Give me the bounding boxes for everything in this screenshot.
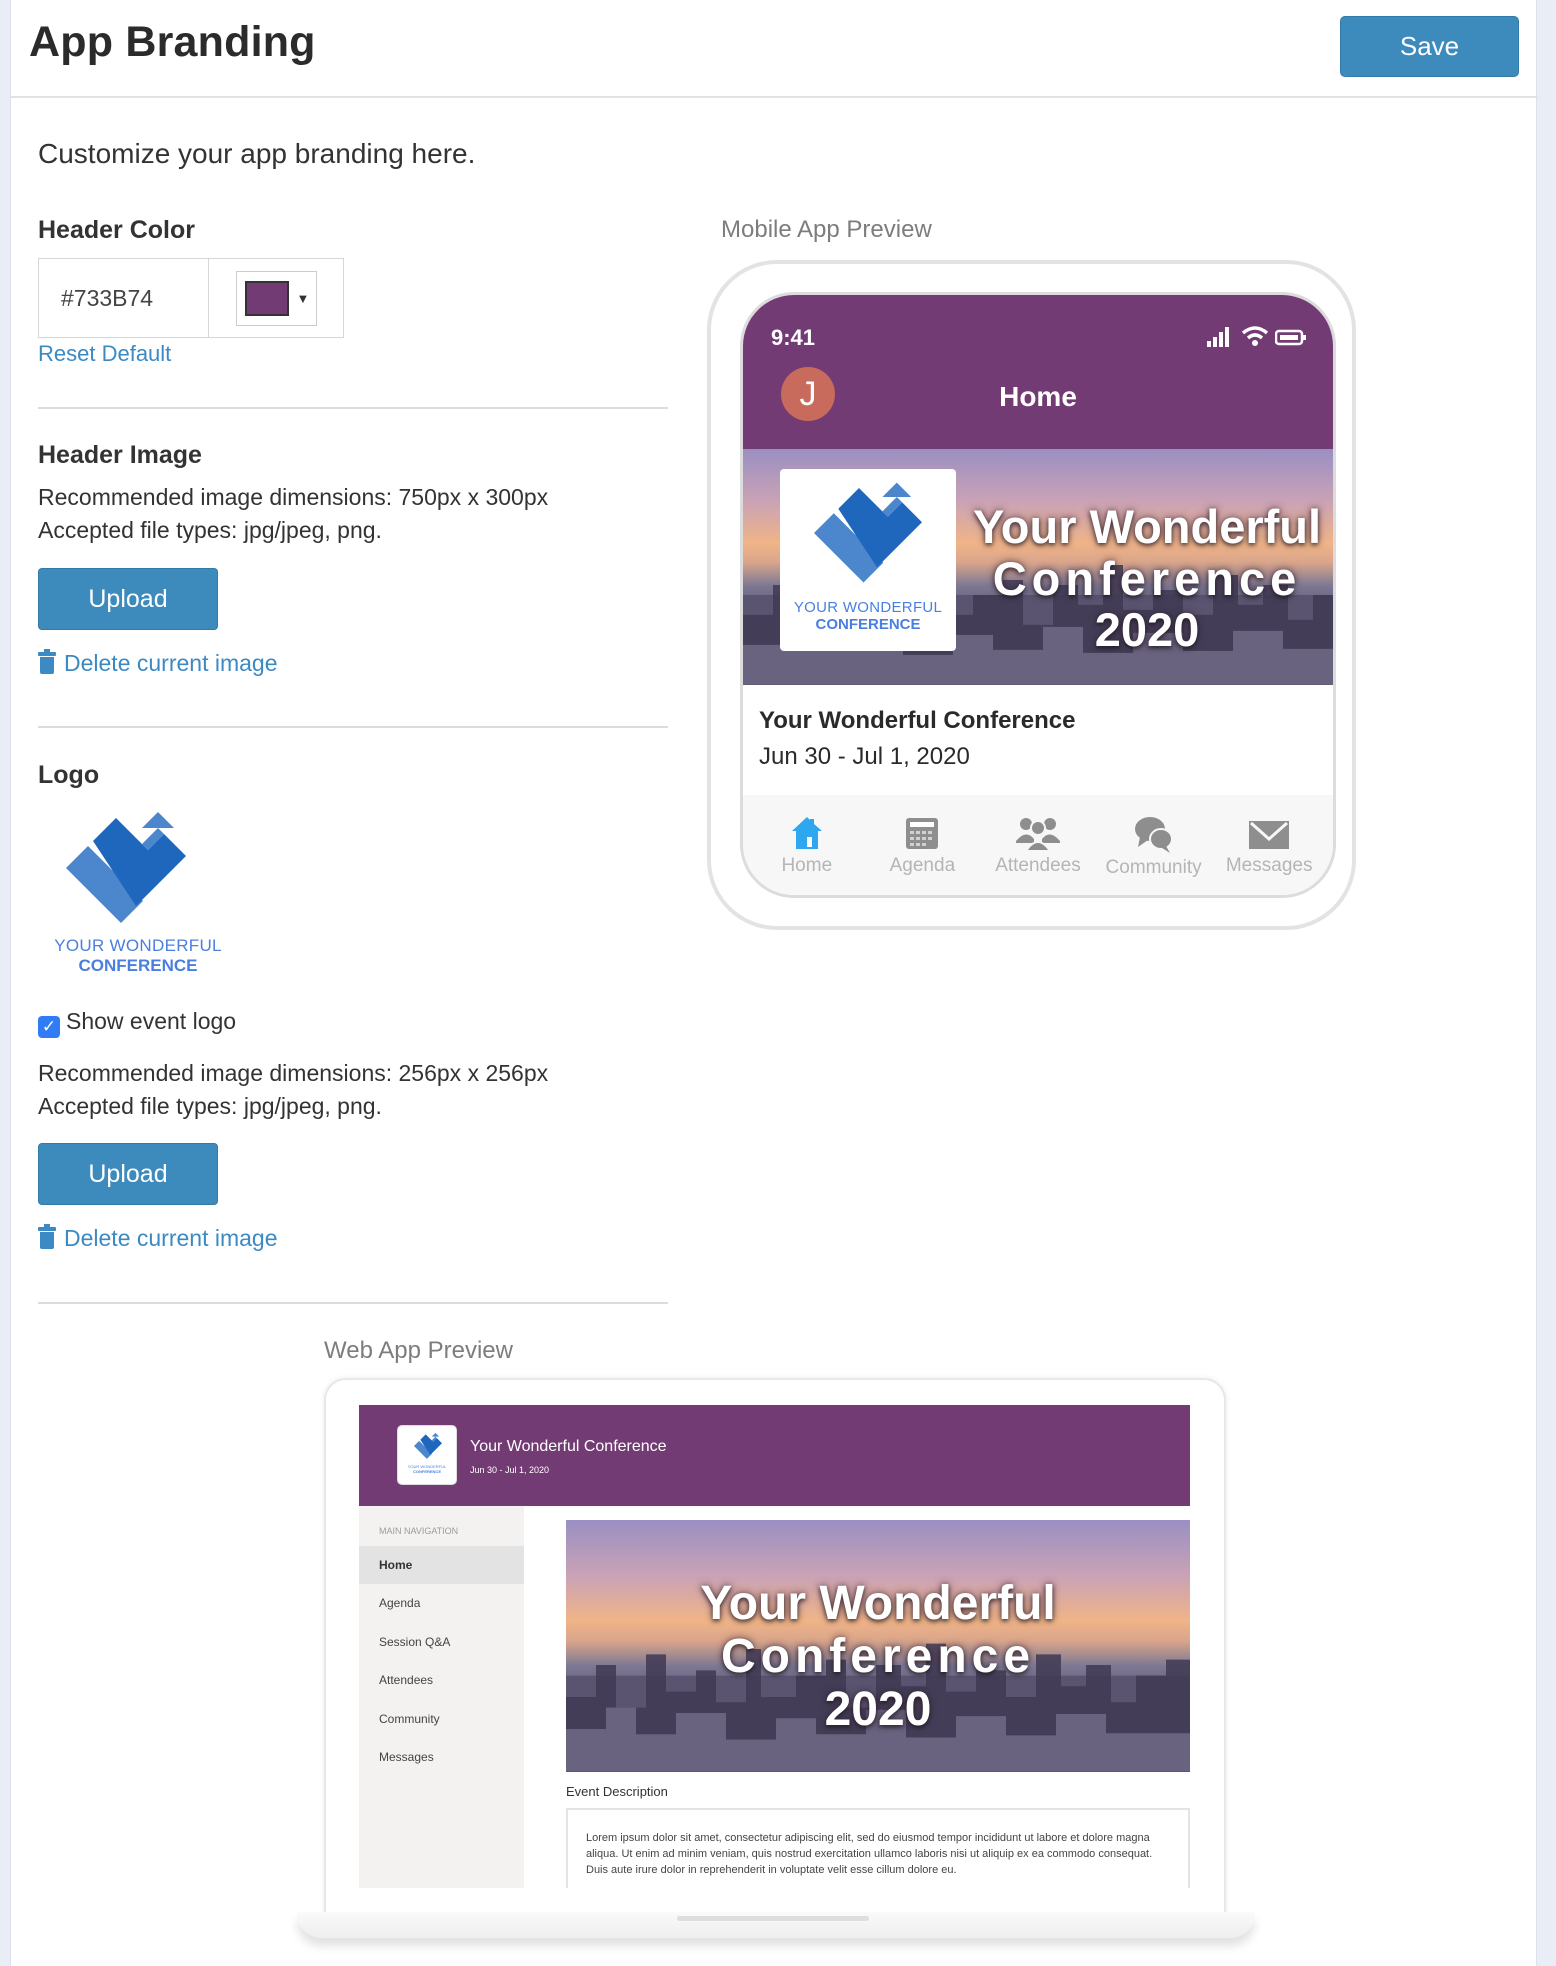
web-event-title: Your Wonderful Conference [470, 1438, 667, 1455]
logo-text-line2: CONFERENCE [412, 1469, 441, 1474]
event-logo-image [66, 812, 186, 923]
web-header-image: Your Wonderful Conference 2020 [566, 1520, 1190, 1772]
tab-label: Messages [1225, 855, 1313, 876]
web-hero-title: Your Wonderful Conference 2020 [566, 1577, 1190, 1736]
header-image-delete-label: Delete current image [64, 650, 278, 676]
tab-label: Community [1105, 857, 1202, 878]
header-divider [11, 96, 1538, 98]
web-nav-agenda[interactable]: Agenda [359, 1584, 524, 1622]
header-color-input-group: #733B74 ▼ [38, 258, 344, 338]
logo-label: Logo [38, 761, 100, 789]
hero-line-2: Conference [720, 1629, 1036, 1683]
web-logo-card: YOUR WONDERFUL CONFERENCE [397, 1425, 457, 1485]
tab-label: Attendees [995, 855, 1081, 876]
show-logo-label: Show event logo [66, 1008, 237, 1034]
logo-delete-link[interactable]: Delete current image [38, 1224, 278, 1252]
mobile-event-dates: Jun 30 - Jul 1, 2020 [759, 743, 970, 770]
mobile-hero-title: Your Wonderful Conference 2020 [961, 501, 1333, 656]
trash-icon [38, 1224, 56, 1249]
web-description-box: Lorem ipsum dolor sit amet, consectetur … [566, 1808, 1190, 1888]
logo-text-line1: YOUR WONDERFUL [54, 936, 222, 955]
logo-text-line1: YOUR WONDERFUL [793, 599, 943, 616]
calendar-icon [906, 818, 939, 849]
header-color-hex-field[interactable]: #733B74 [39, 259, 209, 337]
color-swatch [244, 280, 289, 316]
mobile-event-title: Your Wonderful Conference [759, 707, 1076, 734]
logo-dimensions: Recommended image dimensions: 256px x 25… [38, 1060, 549, 1086]
tab-label: Home [781, 855, 833, 876]
web-header-banner: YOUR WONDERFUL CONFERENCE Your Wonderful… [359, 1405, 1190, 1506]
mobile-header-image: YOUR WONDERFUL CONFERENCE Your Wonderful… [743, 449, 1333, 685]
web-nav-messages[interactable]: Messages [359, 1738, 524, 1776]
logo-file-types: Accepted file types: jpg/jpeg, png. [38, 1093, 382, 1119]
web-event-dates: Jun 30 - Jul 1, 2020 [470, 1465, 550, 1475]
save-button[interactable]: Save [1340, 16, 1519, 77]
logo-delete-label: Delete current image [64, 1225, 278, 1251]
web-nav-attendees[interactable]: Attendees [359, 1661, 524, 1699]
signal-icon [1207, 327, 1229, 347]
tab-home[interactable]: Home [752, 795, 862, 895]
web-logo-text: YOUR WONDERFUL CONFERENCE [398, 1464, 456, 1474]
header-image-upload-button[interactable]: Upload [38, 568, 218, 630]
chevron-down-icon: ▼ [296, 290, 310, 306]
app-branding-panel: App Branding Save Customize your app bra… [10, 0, 1538, 1966]
page-title: App Branding [29, 18, 316, 66]
tab-messages[interactable]: Messages [1214, 795, 1324, 895]
header-image-dimensions: Recommended image dimensions: 750px x 30… [38, 484, 549, 510]
status-time: 9:41 [771, 325, 816, 350]
tab-attendees[interactable]: Attendees [983, 795, 1093, 895]
battery-icon [1275, 329, 1306, 346]
hero-line-3: 2020 [1094, 603, 1200, 657]
web-nav-session-qa[interactable]: Session Q&A [359, 1623, 524, 1661]
reset-default-link[interactable]: Reset Default [38, 341, 171, 367]
laptop-notch [677, 1916, 869, 1921]
people-icon [1015, 818, 1060, 851]
show-logo-checkbox[interactable]: ✓ [38, 1015, 60, 1038]
show-logo-row[interactable]: ✓ Show event logo [38, 1005, 236, 1038]
mobile-header: 9:41 J Home [743, 295, 1333, 449]
mobile-screen-title: Home [999, 381, 1077, 412]
hero-line-3: 2020 [824, 1682, 932, 1736]
logo-text-line2: CONFERENCE [815, 616, 921, 633]
trash-icon [38, 649, 56, 674]
tab-label: Agenda [889, 855, 956, 876]
tab-agenda[interactable]: Agenda [867, 795, 977, 895]
home-icon [791, 817, 822, 849]
section-divider [38, 726, 668, 728]
logo-text-line2: CONFERENCE [78, 956, 198, 975]
mobile-tab-bar: Home Agenda Attendees Community Messages [743, 795, 1333, 895]
color-picker-dropdown[interactable]: ▼ [235, 270, 317, 326]
web-sidebar: MAIN NAVIGATION Home Agenda Session Q&A … [359, 1506, 524, 1888]
event-logo-mark [814, 482, 922, 583]
event-logo-mark [414, 1432, 442, 1459]
logo-upload-button[interactable]: Upload [38, 1143, 218, 1205]
section-divider [38, 407, 668, 409]
mobile-preview-label: Mobile App Preview [721, 216, 932, 243]
chat-bubbles-icon [1134, 817, 1173, 853]
web-description-label: Event Description [566, 1784, 668, 1799]
hero-line-1: Your Wonderful [700, 1577, 1056, 1630]
tab-community[interactable]: Community [1099, 795, 1209, 895]
web-preview-label: Web App Preview [324, 1337, 513, 1364]
hero-line-1: Your Wonderful [972, 500, 1322, 553]
mobile-logo-card: YOUR WONDERFUL CONFERENCE [780, 469, 956, 651]
web-nav-home[interactable]: Home [359, 1546, 524, 1584]
header-color-label: Header Color [38, 216, 195, 244]
wifi-icon [1241, 326, 1269, 346]
web-nav-heading: MAIN NAVIGATION [379, 1526, 459, 1536]
header-image-delete-link[interactable]: Delete current image [38, 649, 278, 677]
section-divider [38, 1302, 668, 1304]
event-logo-text: YOUR WONDERFUL CONFERENCE [38, 936, 238, 976]
web-nav-community[interactable]: Community [359, 1700, 524, 1738]
header-image-label: Header Image [38, 441, 202, 469]
header-image-file-types: Accepted file types: jpg/jpeg, png. [38, 517, 382, 543]
mobile-app-preview: 9:41 J Home YOUR WONDERFUL CONFERENCE Yo… [740, 292, 1336, 898]
hero-line-2: Conference [992, 551, 1302, 605]
envelope-icon [1249, 821, 1290, 849]
intro-text: Customize your app branding here. [38, 138, 476, 169]
